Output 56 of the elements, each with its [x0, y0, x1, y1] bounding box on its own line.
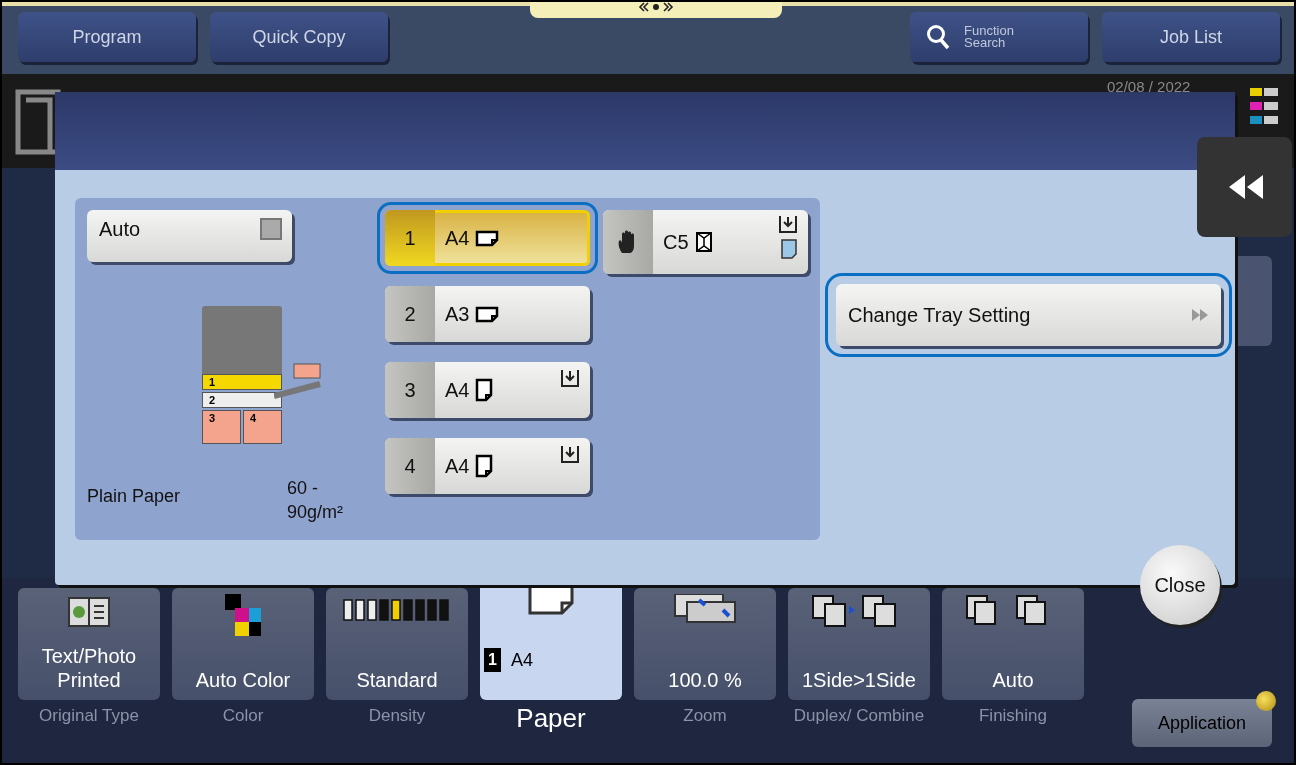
top-button[interactable]: Quick Copy [210, 12, 388, 62]
date-text: 02/08 / 2022 [1107, 78, 1191, 95]
tile-value: A4 [510, 649, 533, 672]
tile-value: Auto Color [195, 668, 291, 692]
tile-value: Text/Photo Printed [40, 644, 138, 692]
tile-value: 1Side>1Side [802, 668, 916, 692]
tile-label: Finishing [977, 705, 1048, 727]
close-button[interactable]: Close [1140, 545, 1220, 625]
bypass-tray-button[interactable]: C5 [603, 210, 808, 274]
tray-button[interactable]: 2 A3 [385, 286, 590, 342]
tile-label: Paper [515, 702, 587, 735]
portrait-paper-icon [475, 378, 494, 402]
paper-type: Plain Paper [87, 486, 182, 508]
portrait-paper-icon [475, 454, 494, 478]
tile-value: 100.0 % [668, 668, 742, 692]
tile-label: Original Type [38, 705, 140, 727]
tray-number-badge: 1 [484, 648, 501, 672]
tray-drawing: 3 [202, 410, 241, 444]
checkbox[interactable] [260, 218, 282, 240]
tray-button[interactable]: 4 A4 [385, 438, 590, 494]
function-tile[interactable]: 100.0 % [634, 588, 776, 700]
tile-label: Duplex/ Combine [792, 705, 926, 727]
tray-drawing: 1 [202, 374, 282, 390]
paper-stack-icon [780, 238, 798, 260]
collapse-button[interactable] [1197, 137, 1292, 237]
paper-weight: 60 - 90g/m² [287, 477, 345, 524]
function-tile[interactable]: Text/Photo Printed [18, 588, 160, 700]
drawer-handle[interactable] [530, 2, 782, 18]
search-icon [926, 24, 950, 50]
landscape-paper-icon [475, 229, 500, 247]
handle-icon [636, 2, 676, 12]
tray-drawing: 2 [202, 392, 282, 408]
function-tile[interactable]: Auto Color [172, 588, 314, 700]
top-button[interactable]: Program [18, 12, 196, 62]
tile-label: Zoom [682, 705, 728, 727]
envelope-icon [694, 231, 713, 253]
function-tile[interactable]: Auto [942, 588, 1084, 700]
notification-dot [1256, 691, 1276, 711]
tile-value: Auto [992, 668, 1034, 692]
tile-label: Color [221, 705, 265, 727]
function-tile[interactable]: Standard [326, 588, 468, 700]
application-button[interactable]: Application [1132, 699, 1272, 747]
top-button[interactable]: Job List [1102, 12, 1280, 62]
feed-icon [778, 214, 798, 234]
tray-drawing: 4 [243, 410, 282, 444]
tray-button[interactable]: 3 A4 [385, 362, 590, 418]
bypass-tray-drawing [274, 362, 324, 402]
auto-button[interactable]: Auto [87, 210, 292, 262]
zoom-icon [673, 594, 737, 624]
landscape-paper-icon [475, 305, 500, 323]
tile-label: Density [367, 705, 427, 727]
book-icon [67, 594, 111, 628]
function-tile[interactable]: 1Side>1Side [788, 588, 930, 700]
tile-value: Standard [356, 668, 438, 692]
forward-icon [1191, 308, 1209, 322]
top-button[interactable]: Function Search [910, 12, 1088, 62]
